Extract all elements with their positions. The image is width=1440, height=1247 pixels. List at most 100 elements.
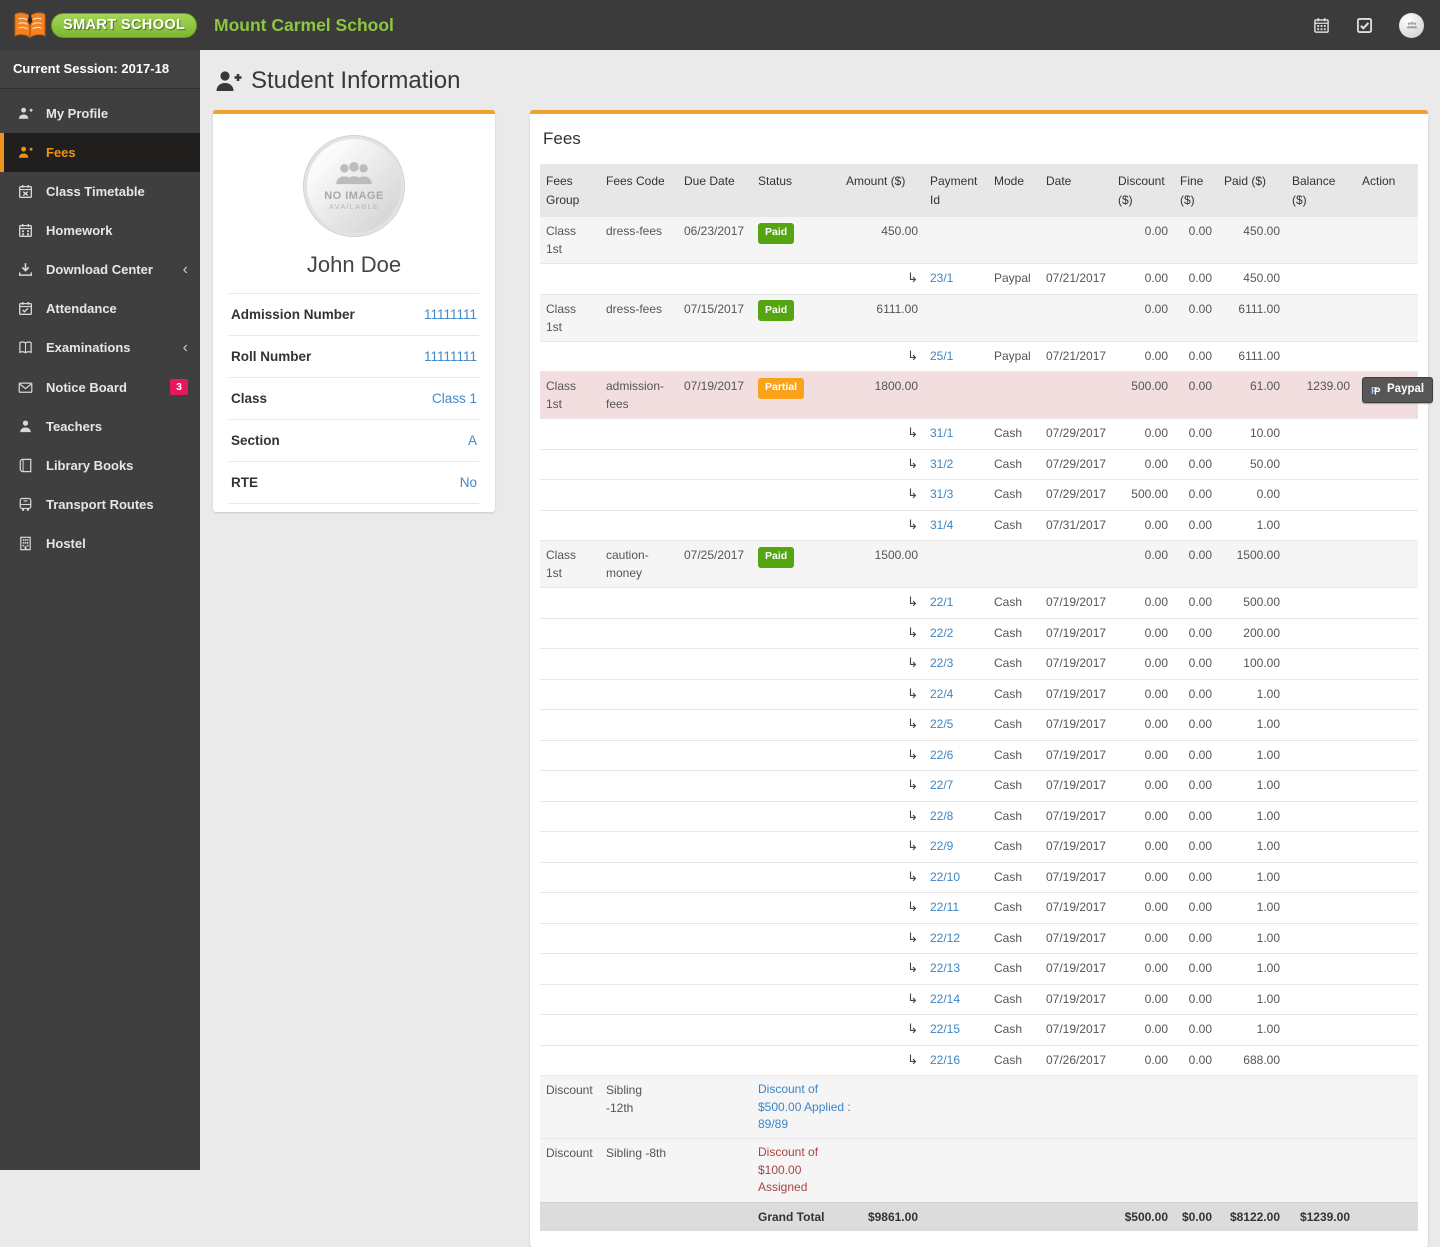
cell-mode bbox=[988, 1075, 1040, 1139]
payment-id-link[interactable]: 22/3 bbox=[930, 656, 953, 670]
cell-discount: 0.00 bbox=[1112, 448, 1174, 480]
payment-id-link[interactable]: 31/3 bbox=[930, 487, 953, 501]
sidebar-item-library-books[interactable]: Library Books bbox=[0, 446, 200, 485]
sidebar-item-fees[interactable]: Fees bbox=[0, 133, 200, 172]
payment-id-link[interactable]: 25/1 bbox=[930, 349, 953, 363]
cell-status bbox=[752, 922, 840, 954]
cell-fine: 0.00 bbox=[1174, 648, 1218, 680]
cell-fees-code bbox=[600, 922, 678, 954]
cell-date: 07/19/2017 bbox=[1040, 709, 1112, 741]
cell-fees-group bbox=[540, 983, 600, 1015]
table-row-payment: ↳ 31/3 Cash 07/29/2017 500.00 0.00 0.00 bbox=[540, 479, 1418, 511]
sidebar-item-download-center[interactable]: Download Center ‹ bbox=[0, 250, 200, 289]
payment-id-link[interactable]: 22/12 bbox=[930, 931, 960, 945]
sidebar-item-label: Fees bbox=[46, 145, 76, 160]
cell-fees-code bbox=[600, 831, 678, 863]
cell-due-date bbox=[678, 770, 752, 802]
cell-paid: 450.00 bbox=[1218, 263, 1286, 295]
payment-id-link[interactable]: 22/13 bbox=[930, 961, 960, 975]
cell-balance bbox=[1286, 739, 1356, 771]
cell-balance bbox=[1286, 770, 1356, 802]
tasks-icon[interactable] bbox=[1356, 17, 1373, 34]
cell-amount bbox=[840, 1075, 924, 1139]
cell-status bbox=[752, 1044, 840, 1076]
payment-id-link[interactable]: 22/7 bbox=[930, 778, 953, 792]
cell-discount bbox=[1112, 1075, 1174, 1139]
people-icon bbox=[336, 162, 372, 185]
sidebar-item-class-timetable[interactable]: Class Timetable bbox=[0, 172, 200, 211]
cell-fees-code bbox=[600, 953, 678, 985]
cell-balance bbox=[1286, 831, 1356, 863]
payment-id-link[interactable]: 22/5 bbox=[930, 717, 953, 731]
payment-id-link[interactable]: 22/15 bbox=[930, 1022, 960, 1036]
cell-fine bbox=[1174, 1138, 1218, 1203]
user-avatar[interactable] bbox=[1399, 12, 1424, 38]
cell-fees-code bbox=[600, 983, 678, 1015]
sidebar-item-my-profile[interactable]: My Profile bbox=[0, 94, 200, 133]
cell-fine: 0.00 bbox=[1174, 861, 1218, 893]
cell-arrow: ↳ bbox=[840, 509, 924, 541]
cell-fees-group bbox=[540, 892, 600, 924]
payment-id-link[interactable]: 22/8 bbox=[930, 809, 953, 823]
status-badge: Paid bbox=[758, 546, 795, 568]
column-header-action: Action bbox=[1356, 164, 1418, 218]
sidebar-item-homework[interactable]: Homework bbox=[0, 211, 200, 250]
payment-id-link[interactable]: 22/16 bbox=[930, 1053, 960, 1067]
cell-action bbox=[1356, 263, 1418, 295]
sub-entry-arrow-icon: ↳ bbox=[907, 991, 918, 1007]
table-row-payment: ↳ 22/15 Cash 07/19/2017 0.00 0.00 1.00 bbox=[540, 1014, 1418, 1046]
payment-id-link[interactable]: 22/1 bbox=[930, 595, 953, 609]
column-header-mode: Mode bbox=[988, 164, 1040, 218]
sidebar-item-transport-routes[interactable]: Transport Routes bbox=[0, 485, 200, 524]
cell-status bbox=[752, 418, 840, 450]
cell-fees-group bbox=[540, 1201, 600, 1231]
download-icon bbox=[18, 262, 33, 277]
cell-arrow: ↳ bbox=[840, 418, 924, 450]
cell-paid: 1.00 bbox=[1218, 800, 1286, 832]
cell-fine: 0.00 bbox=[1174, 587, 1218, 619]
cell-date: 07/29/2017 bbox=[1040, 418, 1112, 450]
cell-paid: 61.00 bbox=[1218, 371, 1286, 419]
sidebar-item-notice-board[interactable]: Notice Board 3 bbox=[0, 367, 200, 407]
payment-id-link[interactable]: 23/1 bbox=[930, 271, 953, 285]
payment-id-link[interactable]: 31/2 bbox=[930, 457, 953, 471]
sidebar-item-teachers[interactable]: Teachers bbox=[0, 407, 200, 446]
cell-paid: 1.00 bbox=[1218, 770, 1286, 802]
calendar-icon[interactable] bbox=[1313, 17, 1330, 34]
sidebar-item-attendance[interactable]: Attendance bbox=[0, 289, 200, 328]
cell-fees-group: Class 1st bbox=[540, 293, 600, 342]
cell-payment-id: 22/15 bbox=[924, 1014, 988, 1046]
payment-id-link[interactable]: 22/6 bbox=[930, 748, 953, 762]
payment-id-link[interactable]: 31/4 bbox=[930, 518, 953, 532]
sidebar-item-examinations[interactable]: Examinations ‹ bbox=[0, 328, 200, 367]
payment-id-link[interactable]: 22/2 bbox=[930, 626, 953, 640]
cell-due-date bbox=[678, 800, 752, 832]
table-row-payment: ↳ 22/8 Cash 07/19/2017 0.00 0.00 1.00 bbox=[540, 800, 1418, 832]
cell-payment-id: 31/4 bbox=[924, 509, 988, 541]
table-row-payment: ↳ 22/14 Cash 07/19/2017 0.00 0.00 1.00 bbox=[540, 983, 1418, 1015]
payment-id-link[interactable]: 22/14 bbox=[930, 992, 960, 1006]
paypal-pay-button[interactable]: P P Paypal bbox=[1362, 377, 1434, 404]
sub-entry-arrow-icon: ↳ bbox=[907, 869, 918, 885]
cell-balance bbox=[1286, 1044, 1356, 1076]
cell-date: 07/19/2017 bbox=[1040, 861, 1112, 893]
column-header-status: Status bbox=[752, 164, 840, 218]
cell-status bbox=[752, 739, 840, 771]
cell-date bbox=[1040, 1201, 1112, 1231]
payment-id-link[interactable]: 22/10 bbox=[930, 870, 960, 884]
envelope-icon bbox=[18, 380, 33, 395]
payment-id-link[interactable]: 22/4 bbox=[930, 687, 953, 701]
app-logo[interactable]: SMART SCHOOL bbox=[0, 10, 200, 41]
sidebar-item-hostel[interactable]: Hostel bbox=[0, 524, 200, 563]
cell-due-date bbox=[678, 1075, 752, 1139]
payment-id-link[interactable]: 22/9 bbox=[930, 839, 953, 853]
cell-fees-group: Class 1st bbox=[540, 217, 600, 264]
payment-id-link[interactable]: 31/1 bbox=[930, 426, 953, 440]
payment-id-link[interactable]: 22/11 bbox=[930, 900, 959, 914]
cell-action bbox=[1356, 678, 1418, 710]
sub-entry-arrow-icon: ↳ bbox=[907, 930, 918, 946]
cell-fees-code bbox=[600, 418, 678, 450]
cell-action: P P Paypal bbox=[1356, 371, 1434, 419]
cell-mode: Cash bbox=[988, 648, 1040, 680]
cell-balance bbox=[1286, 448, 1356, 480]
